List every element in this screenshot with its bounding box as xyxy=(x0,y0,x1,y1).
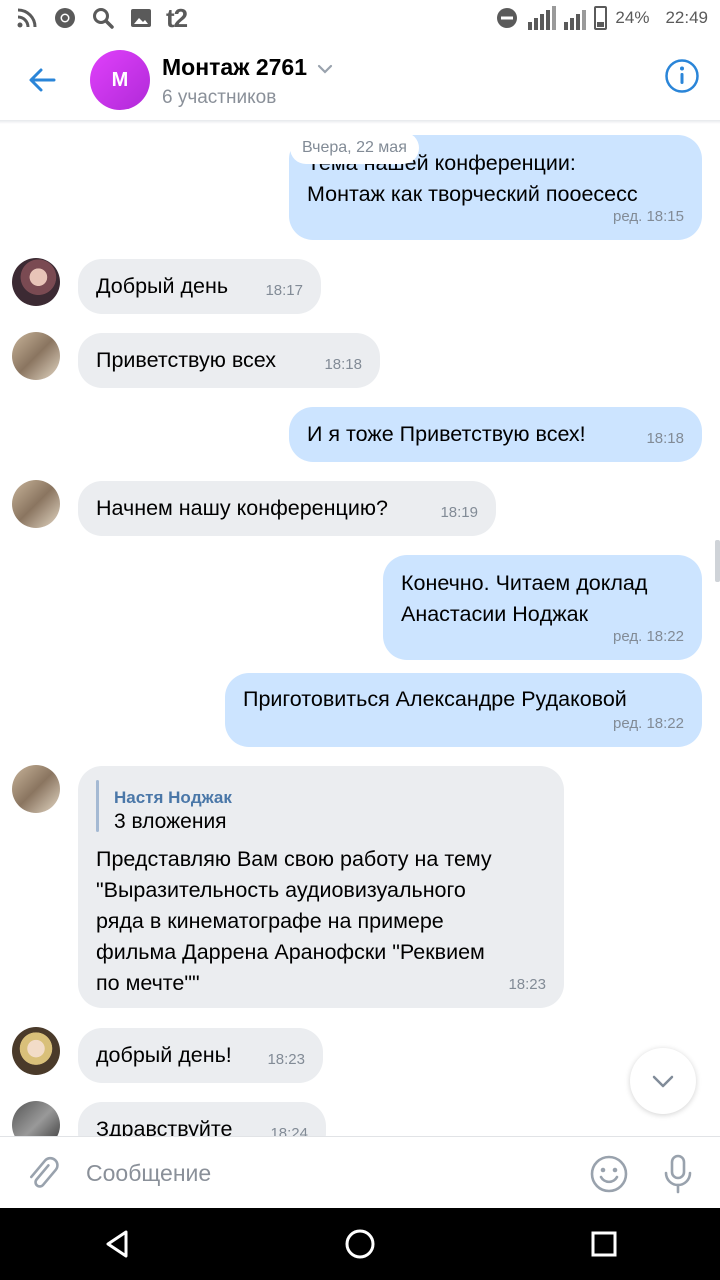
system-navigation-bar xyxy=(0,1208,720,1280)
message-text: Конечно. Читаем доклад Анастасии Нoджак xyxy=(401,571,648,626)
message-text: добрый день! xyxy=(96,1043,232,1067)
signal-icon xyxy=(528,6,557,30)
date-separator: Вчера, 22 мая xyxy=(290,132,419,164)
message-time: 18:19 xyxy=(440,504,478,521)
circle-home-icon xyxy=(345,1229,375,1259)
message-text: Приготовиться Александре Рудаковой xyxy=(243,687,627,711)
search-icon xyxy=(90,5,116,31)
avatar[interactable] xyxy=(12,765,60,813)
avatar[interactable] xyxy=(12,258,60,306)
scroll-to-bottom-button[interactable] xyxy=(630,1048,696,1114)
message-text: Начнем нашу конференцию? xyxy=(96,496,388,520)
message-text: Представляю Вам свою работу на тему "Выр… xyxy=(96,847,492,995)
app-window: t2 24% 22:49 M Монтаж 2761 6 участников … xyxy=(0,0,720,1280)
message-time: 18:17 xyxy=(265,282,303,299)
message-incoming[interactable]: Приветствую всех 18:18 xyxy=(78,333,380,388)
message-outgoing[interactable]: Приготовиться Александре Рудаковой ред. … xyxy=(225,673,702,747)
arrow-left-icon xyxy=(29,68,56,92)
clock: 22:49 xyxy=(665,8,708,27)
status-bar: t2 24% 22:49 xyxy=(0,0,720,38)
back-button[interactable] xyxy=(22,60,62,100)
nav-home-button[interactable] xyxy=(340,1224,380,1264)
smile-icon[interactable] xyxy=(588,1153,630,1195)
battery-percent: 24% xyxy=(615,8,650,27)
message-time: 18:24 xyxy=(270,1125,308,1136)
message-time: 18:23 xyxy=(508,976,546,993)
message-incoming[interactable]: Добрый день 18:17 xyxy=(78,259,321,314)
square-recents-icon xyxy=(591,1231,617,1257)
message-incoming[interactable]: добрый день! 18:23 xyxy=(78,1028,323,1083)
quote-bar xyxy=(96,780,99,832)
message-text: Добрый день xyxy=(96,274,229,298)
message-time: 18:23 xyxy=(267,1051,305,1068)
avatar[interactable] xyxy=(12,480,60,528)
signal-icon-2 xyxy=(564,6,587,30)
message-text: И я тоже Приветствую всех! xyxy=(307,422,586,446)
message-time: 18:18 xyxy=(324,356,362,373)
message-text: Приветствую всех xyxy=(96,348,277,372)
chrome-icon xyxy=(52,5,78,31)
message-incoming[interactable]: Настя Нoджак 3 вложения Представляю Вам … xyxy=(78,766,564,1008)
message-time: ред. 18:15 xyxy=(613,208,684,225)
image-icon xyxy=(128,5,154,31)
chevron-down-icon[interactable] xyxy=(316,60,334,78)
message-incoming[interactable]: Здравствуйте 18:24 xyxy=(78,1102,326,1136)
chat-avatar[interactable]: M xyxy=(90,50,150,110)
attachments-count[interactable]: 3 вложения xyxy=(114,806,227,837)
message-list[interactable]: Тема нашей конференции: Монтаж как творч… xyxy=(0,124,720,1136)
avatar[interactable] xyxy=(12,332,60,380)
chat-header: M Монтаж 2761 6 участников xyxy=(0,38,720,122)
carrier-label: t2 xyxy=(166,3,188,33)
info-icon[interactable] xyxy=(664,58,700,94)
rss-icon xyxy=(14,5,40,31)
nav-back-button[interactable] xyxy=(98,1224,138,1264)
avatar[interactable] xyxy=(12,1101,60,1136)
microphone-icon[interactable] xyxy=(660,1153,696,1195)
chevron-down-icon xyxy=(652,1075,674,1088)
message-time: ред. 18:22 xyxy=(613,715,684,732)
message-composer xyxy=(0,1136,720,1208)
nav-recents-button[interactable] xyxy=(584,1224,624,1264)
message-time: ред. 18:22 xyxy=(613,628,684,645)
message-time: 18:18 xyxy=(646,430,684,447)
chat-title[interactable]: Монтаж 2761 xyxy=(162,54,307,81)
message-incoming[interactable]: Начнем нашу конференцию? 18:19 xyxy=(78,481,496,536)
message-outgoing[interactable]: И я тоже Приветствую всех! 18:18 xyxy=(289,407,702,462)
scrollbar[interactable] xyxy=(715,540,720,582)
do-not-disturb-icon xyxy=(494,5,520,31)
avatar[interactable] xyxy=(12,1027,60,1075)
chat-members-count[interactable]: 6 участников xyxy=(162,87,276,109)
message-input[interactable] xyxy=(86,1155,566,1191)
message-outgoing[interactable]: Конечно. Читаем доклад Анастасии Нoджак … xyxy=(383,555,702,660)
message-text: Здравствуйте xyxy=(96,1117,233,1136)
battery-icon xyxy=(594,6,608,30)
triangle-back-icon xyxy=(106,1230,128,1258)
paperclip-icon[interactable] xyxy=(22,1153,62,1193)
